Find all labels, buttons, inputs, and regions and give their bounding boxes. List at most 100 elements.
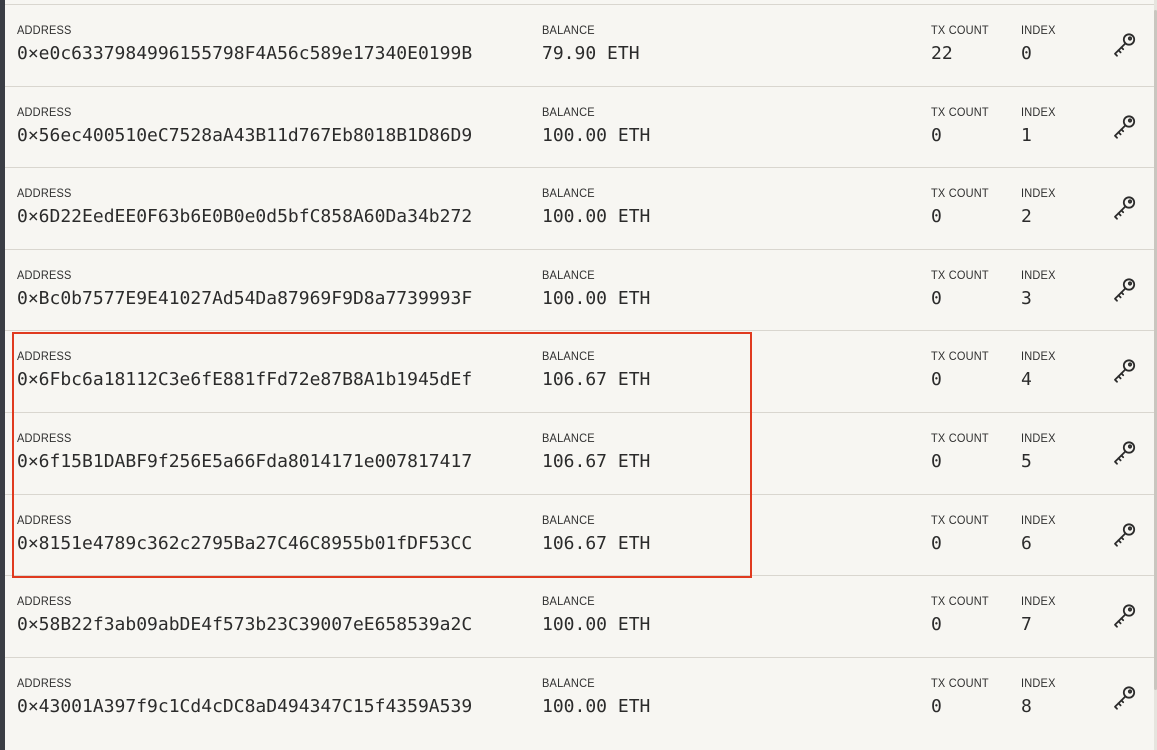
show-keys-button[interactable] xyxy=(1109,275,1139,305)
account-tx-count: 0 xyxy=(931,695,942,717)
index-label: INDEX xyxy=(1021,677,1056,691)
index-label: INDEX xyxy=(1021,187,1056,201)
address-label: ADDRESS xyxy=(17,24,72,38)
key-icon xyxy=(1109,278,1139,309)
account-address: 0×58B22f3ab09abDE4f573b23C39007eE658539a… xyxy=(17,614,473,636)
tx-count-label: TX COUNT xyxy=(931,595,989,609)
key-icon xyxy=(1109,522,1139,554)
account-balance: 106.67 ETH xyxy=(542,369,651,391)
tx-count-label: TX COUNT xyxy=(931,350,989,364)
index-label: INDEX xyxy=(1021,514,1056,528)
account-index: 7 xyxy=(1021,614,1032,636)
key-icon xyxy=(1109,359,1139,390)
tx-count-label: TX COUNT xyxy=(931,432,989,446)
account-index: 5 xyxy=(1021,450,1032,472)
account-address: 0×6D22EedEE0F63b6E0B0e0d5bfC858A60Da34b2… xyxy=(17,206,473,228)
balance-label: BALANCE xyxy=(542,677,595,691)
balance-label: BALANCE xyxy=(542,106,595,120)
account-address: 0×6Fbc6a18112C3e6fE881fFd72e87B8A1b1945d… xyxy=(17,369,473,391)
account-address: 0×Bc0b7577E9E41027Ad54Da87969F9D8a773999… xyxy=(17,287,473,309)
balance-label: BALANCE xyxy=(542,514,595,528)
balance-label: BALANCE xyxy=(542,24,595,38)
balance-label: BALANCE xyxy=(542,187,595,201)
address-label: ADDRESS xyxy=(17,350,72,364)
accounts-list: ADDRESS 0×e0c6337984996155798F4A56c589e17… xyxy=(5,4,1154,738)
show-keys-button[interactable] xyxy=(1109,30,1139,60)
account-index: 0 xyxy=(1021,43,1032,64)
account-tx-count: 0 xyxy=(931,287,942,309)
account-balance: 106.67 ETH xyxy=(542,532,651,554)
account-balance: 100.00 ETH xyxy=(542,206,651,228)
index-label: INDEX xyxy=(1021,269,1056,283)
show-keys-button[interactable] xyxy=(1109,356,1139,386)
account-index: 4 xyxy=(1021,369,1032,391)
key-icon xyxy=(1109,604,1139,635)
show-keys-button[interactable] xyxy=(1109,112,1139,142)
tx-count-label: TX COUNT xyxy=(931,269,989,283)
account-balance: 106.67 ETH xyxy=(542,450,651,472)
account-index: 1 xyxy=(1021,124,1032,146)
address-label: ADDRESS xyxy=(17,432,72,446)
tx-count-label: TX COUNT xyxy=(931,106,989,120)
balance-label: BALANCE xyxy=(542,269,595,283)
index-label: INDEX xyxy=(1021,106,1056,120)
account-row[interactable]: ADDRESS 0×56ec400510eC7528aA43B11d767Eb80… xyxy=(5,85,1154,168)
account-tx-count: 0 xyxy=(931,124,942,146)
account-row[interactable]: ADDRESS 0×6D22EedEE0F63b6E0B0e0d5bfC858A6… xyxy=(5,167,1154,249)
account-address: 0×8151e4789c362c2795Ba27C46C8955b01fDF53… xyxy=(17,532,473,554)
account-index: 2 xyxy=(1021,206,1032,228)
key-icon xyxy=(1109,114,1139,146)
account-row[interactable]: ADDRESS 0×6f15B1DABF9f256E5a66Fda8014171e… xyxy=(5,411,1154,494)
account-address: 0×43001A397f9c1Cd4cDC8aD494347C15f4359A5… xyxy=(17,695,473,717)
account-balance: 100.00 ETH xyxy=(542,287,651,309)
tx-count-label: TX COUNT xyxy=(931,514,989,528)
account-row[interactable]: ADDRESS 0×e0c6337984996155798F4A56c589e17… xyxy=(5,4,1154,86)
address-label: ADDRESS xyxy=(17,514,72,528)
account-row[interactable]: ADDRESS 0×Bc0b7577E9E41027Ad54Da87969F9D8… xyxy=(5,248,1154,331)
address-label: ADDRESS xyxy=(17,269,72,283)
key-icon xyxy=(1109,686,1139,717)
index-label: INDEX xyxy=(1021,24,1056,38)
account-balance: 100.00 ETH xyxy=(542,614,651,636)
account-tx-count: 0 xyxy=(931,450,942,472)
account-index: 3 xyxy=(1021,287,1032,309)
show-keys-button[interactable] xyxy=(1109,601,1139,631)
show-keys-button[interactable] xyxy=(1109,520,1139,550)
address-label: ADDRESS xyxy=(17,595,72,609)
account-index: 6 xyxy=(1021,532,1032,554)
account-index: 8 xyxy=(1021,695,1032,717)
account-row[interactable]: ADDRESS 0×6Fbc6a18112C3e6fE881fFd72e87B8A… xyxy=(5,330,1154,412)
account-row[interactable]: ADDRESS 0×43001A397f9c1Cd4cDC8aD494347C15… xyxy=(5,656,1154,739)
index-label: INDEX xyxy=(1021,432,1056,446)
account-tx-count: 0 xyxy=(931,369,942,391)
account-address: 0×6f15B1DABF9f256E5a66Fda8014171e0078174… xyxy=(17,450,473,472)
address-label: ADDRESS xyxy=(17,106,72,120)
address-label: ADDRESS xyxy=(17,187,72,201)
account-row[interactable]: ADDRESS 0×58B22f3ab09abDE4f573b23C39007eE… xyxy=(5,575,1154,657)
balance-label: BALANCE xyxy=(542,350,595,364)
account-balance: 100.00 ETH xyxy=(542,124,651,146)
account-tx-count: 0 xyxy=(931,206,942,228)
account-tx-count: 22 xyxy=(931,43,953,64)
account-address: 0×e0c6337984996155798F4A56c589e17340E019… xyxy=(17,43,473,64)
account-tx-count: 0 xyxy=(931,532,942,554)
account-balance: 79.90 ETH xyxy=(542,43,640,64)
tx-count-label: TX COUNT xyxy=(931,24,989,38)
account-balance: 100.00 ETH xyxy=(542,695,651,717)
tx-count-label: TX COUNT xyxy=(931,677,989,691)
show-keys-button[interactable] xyxy=(1109,193,1139,223)
tx-count-label: TX COUNT xyxy=(931,187,989,201)
balance-label: BALANCE xyxy=(542,595,595,609)
show-keys-button[interactable] xyxy=(1109,438,1139,468)
key-icon xyxy=(1109,33,1139,64)
key-icon xyxy=(1109,441,1139,472)
index-label: INDEX xyxy=(1021,595,1056,609)
index-label: INDEX xyxy=(1021,350,1056,364)
key-icon xyxy=(1109,196,1139,227)
account-address: 0×56ec400510eC7528aA43B11d767Eb8018B1D86… xyxy=(17,124,473,146)
account-row[interactable]: ADDRESS 0×8151e4789c362c2795Ba27C46C8955b… xyxy=(5,493,1154,576)
address-label: ADDRESS xyxy=(17,677,72,691)
show-keys-button[interactable] xyxy=(1109,683,1139,713)
balance-label: BALANCE xyxy=(542,432,595,446)
account-tx-count: 0 xyxy=(931,614,942,636)
